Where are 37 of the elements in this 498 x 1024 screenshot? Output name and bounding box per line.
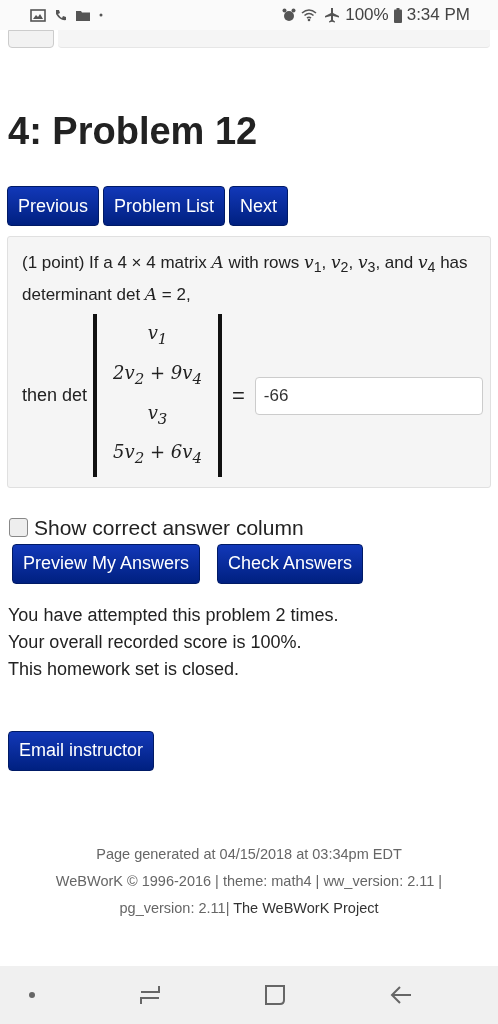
dot-icon — [99, 13, 103, 17]
battery-icon — [393, 7, 402, 23]
dot-icon[interactable] — [28, 991, 36, 999]
status-message: You have attempted this problem 2 times. — [8, 603, 340, 627]
status-message: This homework set is closed. — [8, 657, 241, 681]
clock: 3:34 PM — [406, 5, 470, 25]
menu-toggle-button[interactable] — [8, 30, 54, 48]
email-button[interactable]: Email instructor — [8, 730, 155, 771]
nav-button[interactable]: Problem List — [103, 186, 226, 226]
page-title: 4: Problem 12 — [8, 109, 259, 154]
home-icon[interactable] — [264, 984, 286, 1006]
folder-icon — [75, 8, 91, 22]
matrix-row-text: v$_{1}$ — [147, 321, 168, 350]
recent-apps-icon[interactable] — [140, 984, 160, 1006]
status-message: Your overall recorded score is 100%. — [8, 630, 303, 654]
nav-button[interactable]: Previous — [7, 186, 100, 226]
nav-button[interactable]: Next — [229, 186, 289, 226]
image-icon — [30, 8, 46, 22]
phone-icon — [54, 8, 67, 22]
show-answer-checkbox[interactable] — [9, 518, 28, 538]
equals-sign: = — [231, 382, 245, 409]
battery-percent: 100% — [345, 5, 389, 25]
checkbox-label: Show correct answer column — [34, 515, 304, 540]
project-link[interactable]: The WeBWorK Project — [233, 899, 379, 916]
submit-button[interactable]: Check Answers — [217, 543, 364, 584]
matrix-row-text: v$_{3}$ — [147, 400, 168, 430]
back-icon[interactable] — [390, 985, 412, 1005]
copyright-text: WeBWorK © 1996-2016 | theme: math4 | ww_version: 2.11 | pg_version: 2.11| The WeBWorK Project — [54, 871, 444, 918]
then-det-text: then det — [22, 385, 88, 407]
matrix-row-text: 2v$_{2}$ + 9v$_{4}$ — [113, 361, 202, 390]
submit-button[interactable]: Preview My Answers — [12, 543, 201, 584]
alarm-icon — [282, 8, 297, 22]
generated-text: Page generated at 04/15/2018 at 03:34pm EDT — [95, 844, 403, 864]
answer-field[interactable]: -66 — [254, 376, 483, 415]
matrix-row-text: 5v$_{2}$ + 6v$_{4}$ — [113, 440, 202, 469]
problem-text: (1 point) If a 4 × 4 matrix A with rows v$_{1}$, v$_{2}$, v$_{3}$, and v$_{4}$ has determinant det A = 2, — [22, 251, 469, 307]
airplane-icon — [324, 7, 341, 23]
